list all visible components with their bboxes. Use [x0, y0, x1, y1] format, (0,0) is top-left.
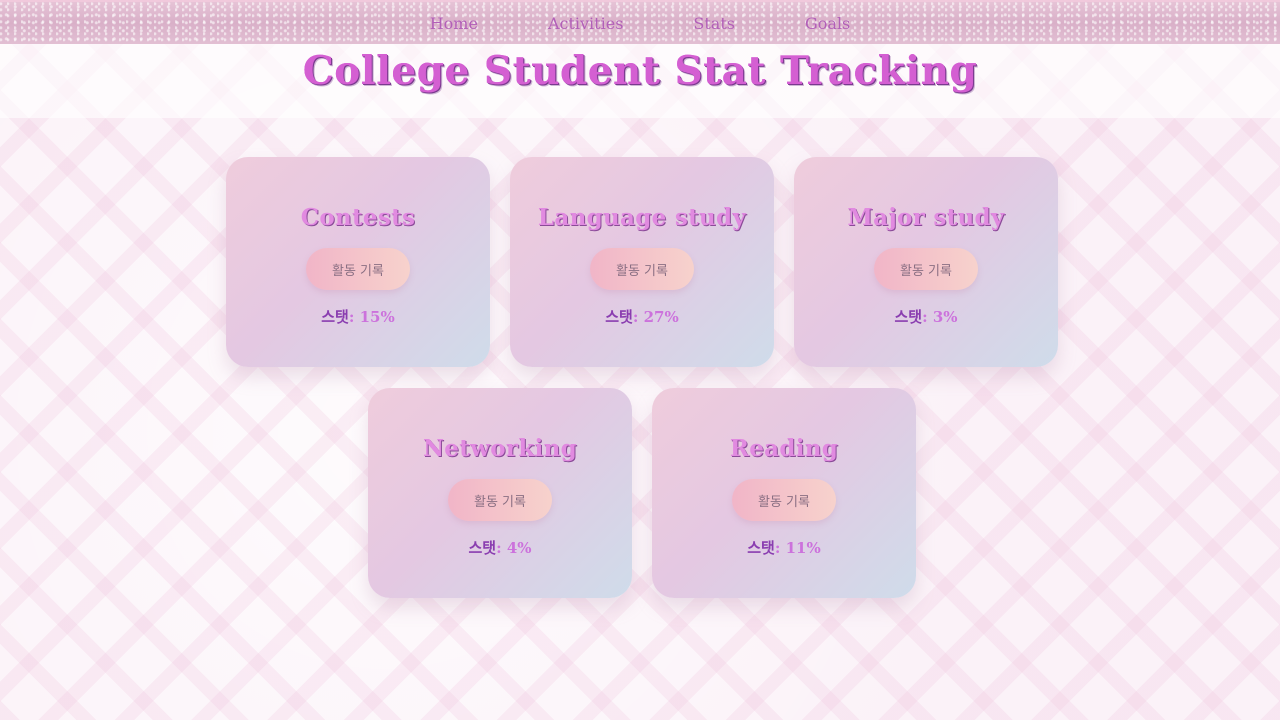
log-activity-button[interactable]: 활동 기록: [874, 248, 978, 290]
stat-line: 스탯: 27%: [510, 306, 774, 327]
stat-line: 스탯: 15%: [226, 306, 490, 327]
log-activity-button[interactable]: 활동 기록: [306, 248, 410, 290]
card-title: Language study: [537, 204, 747, 231]
card-title: Contests: [300, 204, 416, 231]
stat-label: 스탯: [747, 539, 775, 557]
stat-line: 스탯: 4%: [368, 537, 632, 558]
log-activity-button[interactable]: 활동 기록: [732, 479, 836, 521]
nav-link-goals[interactable]: Goals: [770, 14, 885, 33]
card-title: Reading: [729, 435, 839, 462]
stat-value: : 4%: [496, 539, 532, 557]
card-reading: Reading 활동 기록 스탯: 11%: [652, 388, 916, 598]
log-activity-button[interactable]: 활동 기록: [448, 479, 552, 521]
card-major-study: Major study 활동 기록 스탯: 3%: [794, 157, 1058, 367]
stat-value: : 15%: [348, 308, 395, 326]
top-navbar: Home Activities Stats Goals: [0, 0, 1280, 44]
nav-link-activities[interactable]: Activities: [513, 14, 658, 33]
stat-label: 스탯: [468, 539, 497, 557]
card-contests: Contests 활동 기록 스탯: 15%: [226, 157, 490, 367]
stat-line: 스탯: 3%: [794, 306, 1058, 327]
title-banner: College Student Stat Tracking: [0, 44, 1280, 118]
stat-value: : 3%: [922, 308, 958, 326]
card-title: Major study: [847, 204, 1005, 231]
stat-value: : 27%: [632, 308, 679, 326]
stat-value: : 11%: [774, 539, 821, 557]
page-title: College Student Stat Tracking: [302, 48, 978, 94]
nav-link-stats[interactable]: Stats: [658, 14, 770, 33]
card-language-study: Language study 활동 기록 스탯: 27%: [510, 157, 774, 367]
stat-label: 스탯: [605, 308, 633, 326]
stat-label: 스탯: [894, 308, 923, 326]
stat-label: 스탯: [321, 308, 349, 326]
nav-link-home[interactable]: Home: [395, 14, 513, 33]
stat-line: 스탯: 11%: [652, 537, 916, 558]
log-activity-button[interactable]: 활동 기록: [590, 248, 694, 290]
card-networking: Networking 활동 기록 스탯: 4%: [368, 388, 632, 598]
card-title: Networking: [422, 435, 578, 462]
